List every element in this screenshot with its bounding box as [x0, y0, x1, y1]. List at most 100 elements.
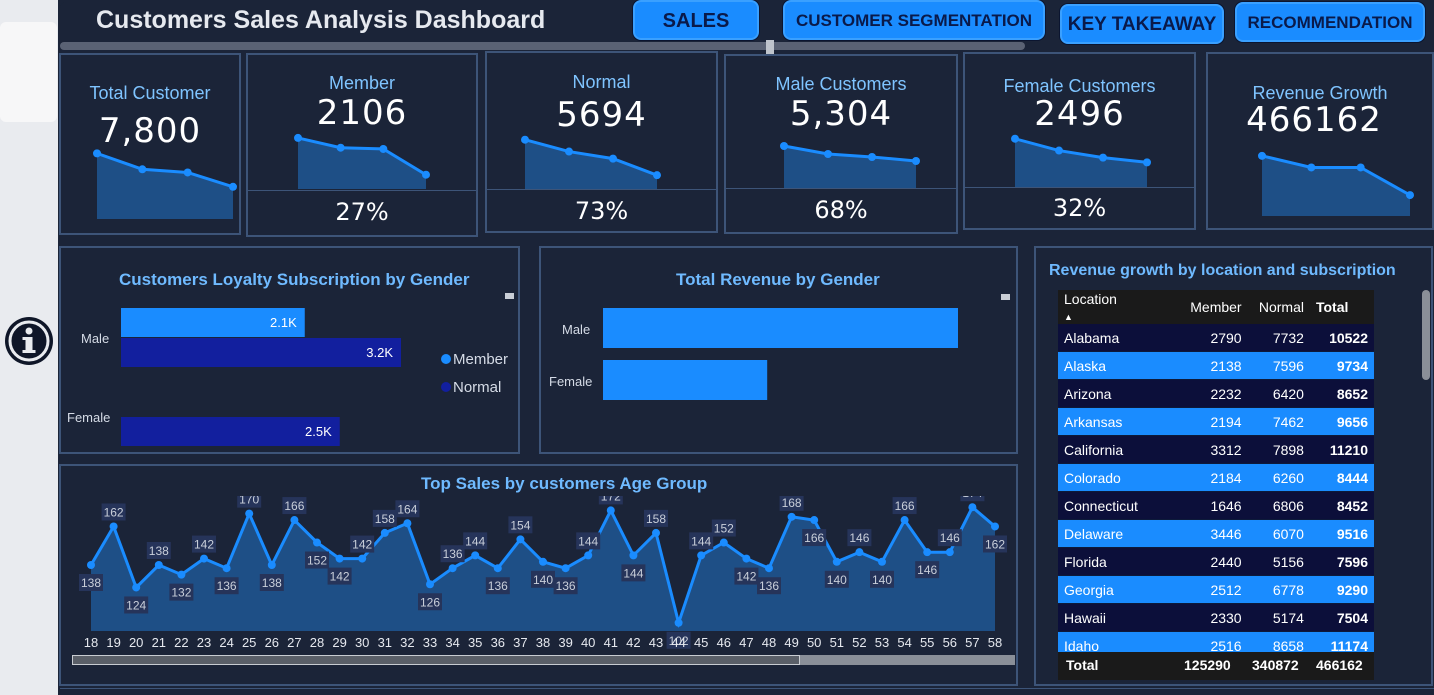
- bar-data-label: 2.1K: [270, 315, 297, 330]
- data-label: 126: [420, 595, 440, 609]
- x-tick-label: 37: [513, 635, 527, 650]
- data-point: [380, 528, 389, 537]
- scrollbar-thumb[interactable]: [72, 655, 800, 665]
- cell-total: 8452: [1309, 491, 1374, 520]
- table-row[interactable]: Georgia 2512 6778 9290: [1058, 575, 1374, 604]
- table-row[interactable]: Arizona 2232 6420 8652: [1058, 379, 1374, 408]
- table-row[interactable]: Colorado 2184 6260 8444: [1058, 463, 1374, 492]
- x-tick-label: 29: [332, 635, 346, 650]
- focus-mode-icon[interactable]: [1001, 294, 1010, 300]
- sparkline-point: [138, 165, 147, 174]
- info-icon[interactable]: [3, 305, 53, 373]
- cell-location: California: [1058, 435, 1178, 464]
- col-normal[interactable]: Normal: [1247, 290, 1310, 324]
- x-tick-label: 43: [649, 635, 663, 650]
- cell-location: Georgia: [1058, 575, 1178, 604]
- cell-total: 7596: [1309, 547, 1374, 576]
- kpi-card-normal: Normal 5694 73%: [485, 51, 718, 233]
- data-label: 124: [126, 598, 146, 612]
- legend-member-dot: [441, 354, 451, 364]
- divider: [248, 190, 476, 191]
- col-member[interactable]: Member: [1177, 290, 1248, 324]
- table-row[interactable]: Alaska 2138 7596 9734: [1058, 351, 1374, 380]
- table-row[interactable]: Alabama 2790 7732 10522: [1058, 324, 1374, 352]
- data-label: 166: [284, 499, 304, 513]
- sparkline-area: [525, 139, 657, 189]
- x-tick-label: 55: [920, 635, 934, 650]
- table-row[interactable]: California 3312 7898 11210: [1058, 435, 1374, 464]
- col-location[interactable]: Location ▲: [1058, 290, 1178, 324]
- sales-button[interactable]: SALES: [633, 0, 759, 40]
- x-tick-label: 39: [558, 635, 572, 650]
- data-label: 158: [646, 512, 666, 526]
- data-label: 166: [895, 499, 915, 513]
- x-tick-label: 31: [378, 635, 392, 650]
- x-tick-label: 36: [491, 635, 505, 650]
- chart-title: Total Revenue by Gender: [676, 270, 880, 289]
- table-row[interactable]: Delaware 3446 6070 9516: [1058, 519, 1374, 548]
- sparkline-point: [912, 157, 920, 165]
- x-tick-label: 26: [265, 635, 279, 650]
- table-row[interactable]: Connecticut 1646 6806 8452: [1058, 491, 1374, 520]
- sparkline-point: [1143, 158, 1151, 167]
- sparkline-point: [780, 142, 788, 150]
- cell-normal: 7732: [1247, 324, 1310, 352]
- key-takeaway-button[interactable]: KEY TAKEAWAY: [1060, 4, 1224, 44]
- data-label: 136: [556, 579, 576, 593]
- data-point: [765, 564, 773, 573]
- loyalty-chart-panel: Customers Loyalty Subscription by Gender…: [59, 246, 520, 454]
- x-tick-label: 24: [219, 635, 233, 650]
- horizontal-scrollbar[interactable]: [72, 655, 1015, 665]
- x-tick-label: 44: [671, 635, 685, 650]
- col-total[interactable]: Total: [1309, 290, 1374, 324]
- sparkline: [521, 135, 661, 189]
- data-point: [787, 512, 796, 521]
- cell-normal: 7462: [1247, 407, 1310, 436]
- data-point: [606, 506, 615, 515]
- data-label: 162: [985, 537, 1005, 551]
- y-label-female: Female: [549, 374, 593, 389]
- y-label-male: Male: [81, 331, 110, 346]
- kpi-title: Member: [328, 73, 395, 93]
- data-point: [200, 554, 208, 563]
- recommendation-button[interactable]: RECOMMENDATION: [1235, 2, 1425, 42]
- focus-mode-icon[interactable]: [505, 293, 514, 299]
- customer-segmentation-button[interactable]: CUSTOMER SEGMENTATION: [783, 0, 1045, 40]
- data-label: 136: [488, 579, 508, 593]
- cell-location: Alabama: [1058, 324, 1178, 352]
- x-tick-label: 57: [965, 635, 979, 650]
- sparkline-point: [379, 144, 388, 153]
- x-tick-label: 32: [400, 635, 414, 650]
- sparkline-point: [1055, 146, 1063, 155]
- vertical-scrollbar[interactable]: [1422, 290, 1430, 380]
- kpi-card-female-customers: Female Customers 2496 32%: [963, 52, 1196, 230]
- table-row[interactable]: Hawaii 2330 5174 7504: [1058, 603, 1374, 632]
- table-row[interactable]: Arkansas 2194 7462 9656: [1058, 407, 1374, 436]
- cell-total: 10522: [1309, 324, 1374, 352]
- kpi-card-member: Member 2106 27%: [246, 53, 478, 237]
- data-label: 138: [262, 576, 282, 590]
- data-label: 142: [330, 570, 350, 584]
- data-label: 138: [81, 576, 101, 590]
- table-row[interactable]: Florida 2440 5156 7596: [1058, 547, 1374, 576]
- sparkline-area: [784, 146, 916, 188]
- sparkline-point: [824, 150, 832, 158]
- data-label: 154: [510, 518, 530, 532]
- data-label: 174: [962, 496, 982, 500]
- age-chart-panel: Top Sales by customers Age Group 138 18 16…: [59, 464, 1018, 686]
- cell-normal: 5174: [1247, 603, 1310, 632]
- bar-data-label: 3.2K: [366, 345, 393, 360]
- x-tick-label: 33: [423, 635, 437, 650]
- cell-member: 2512: [1177, 575, 1248, 604]
- x-tick-label: 51: [830, 635, 844, 650]
- revenue-bars: [603, 308, 958, 400]
- cell-total: 7504: [1309, 603, 1374, 632]
- data-point: [810, 516, 819, 525]
- cell-total: 9656: [1309, 407, 1374, 436]
- revenue-gender-panel: Total Revenue by Gender Male Female: [539, 246, 1018, 454]
- cell-member: 3446: [1177, 519, 1248, 548]
- bar-female: [603, 360, 768, 400]
- y-label-female: Female: [67, 410, 111, 425]
- cell-location: Connecticut: [1058, 491, 1178, 520]
- sparkline-point: [653, 171, 661, 180]
